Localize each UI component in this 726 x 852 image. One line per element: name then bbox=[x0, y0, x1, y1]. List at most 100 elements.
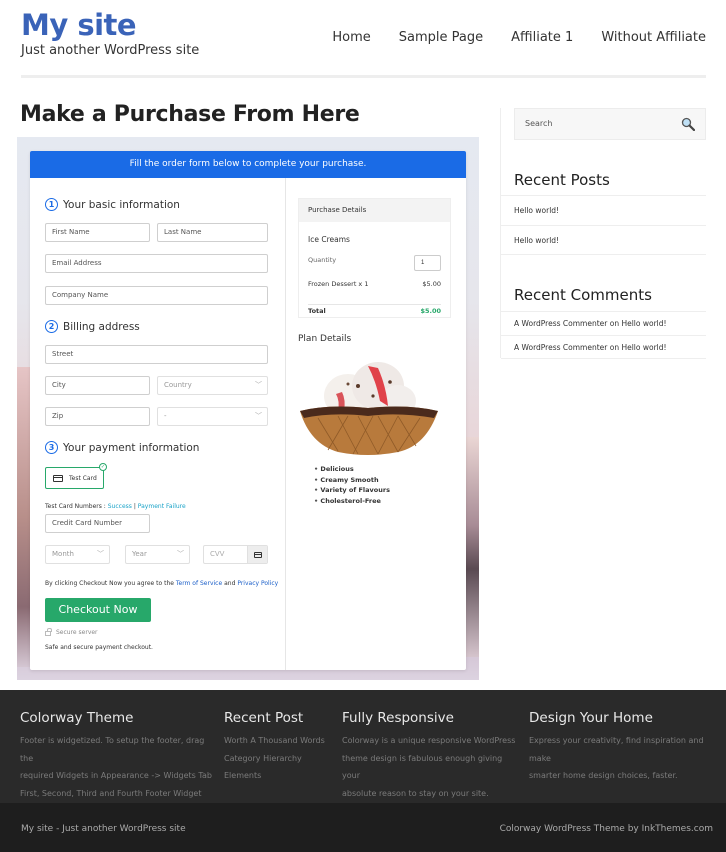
recent-post-link[interactable]: Hello world! bbox=[501, 225, 706, 255]
feature-item: Cholesterol-Free bbox=[314, 496, 390, 507]
feature-item: Variety of Flavours bbox=[314, 485, 390, 496]
test-card-label: Test Card bbox=[69, 474, 97, 482]
recent-comment-link[interactable]: A WordPress Commenter on Hello world! bbox=[501, 335, 706, 359]
footer-text-line: Express your creativity, find inspiratio… bbox=[529, 736, 704, 763]
cvv-card-button bbox=[247, 546, 267, 563]
section-title: Billing address bbox=[63, 320, 140, 333]
last-name-input[interactable]: Last Name bbox=[157, 223, 268, 242]
credit-card-icon bbox=[53, 474, 63, 482]
column-divider bbox=[285, 178, 286, 670]
year-select-value: Year bbox=[132, 550, 147, 558]
terms-agreement: By clicking Checkout Now you agree to th… bbox=[45, 580, 278, 587]
product-name-text: Ice Creams bbox=[308, 235, 350, 244]
search-placeholder: Search bbox=[525, 119, 553, 128]
country-select[interactable]: Country ﹀ bbox=[157, 376, 268, 395]
email-input[interactable]: Email Address bbox=[45, 254, 268, 273]
site-header: My site Just another WordPress site Home… bbox=[0, 0, 726, 90]
month-select-value: Month bbox=[52, 550, 74, 558]
total-divider bbox=[308, 304, 441, 305]
city-input[interactable]: City bbox=[45, 376, 150, 395]
recent-post-link[interactable]: Hello world! bbox=[501, 195, 706, 225]
street-input[interactable]: Street bbox=[45, 345, 268, 364]
footer-theme-credit[interactable]: Colorway WordPress Theme by InkThemes.co… bbox=[500, 824, 713, 834]
chevron-down-icon: ﹀ bbox=[255, 381, 262, 389]
privacy-policy-link[interactable]: Privacy Policy bbox=[237, 580, 278, 587]
line-item-price: $5.00 bbox=[422, 280, 441, 288]
footer-text-line: absolute reason to stay on your site. bbox=[342, 788, 489, 798]
step-number-3: 3 bbox=[45, 441, 58, 454]
step-number-2: 2 bbox=[45, 320, 58, 333]
state-select[interactable]: - ﹀ bbox=[157, 407, 268, 426]
footer: Colorway Theme Footer is widgetized. To … bbox=[0, 690, 726, 803]
footer-column-title: Design Your Home bbox=[529, 710, 653, 726]
section-title: Your payment information bbox=[63, 441, 200, 454]
lock-icon bbox=[45, 628, 52, 636]
nav-sample-page[interactable]: Sample Page bbox=[399, 30, 483, 45]
footer-column-title: Fully Responsive bbox=[342, 710, 454, 726]
secure-server: Secure server bbox=[45, 628, 98, 636]
line-item-label: Frozen Dessert x 1 bbox=[308, 280, 369, 288]
section-basic-info: 1 Your basic information bbox=[45, 198, 180, 211]
company-input[interactable]: Company Name bbox=[45, 286, 268, 305]
plan-details-title: Plan Details bbox=[298, 334, 352, 344]
header-divider bbox=[21, 75, 706, 78]
total-value: $5.00 bbox=[420, 307, 441, 315]
footer-post-link[interactable]: Category Hierarchy bbox=[224, 750, 334, 768]
site-title-link[interactable]: My site bbox=[21, 8, 137, 42]
page-title: Make a Purchase From Here bbox=[20, 102, 360, 127]
footer-column-colorway: Colorway Theme Footer is widgetized. To … bbox=[20, 710, 215, 802]
and-text: and bbox=[224, 580, 236, 587]
credit-card-icon bbox=[253, 551, 262, 558]
recent-comments-title: Recent Comments bbox=[514, 286, 652, 304]
terms-of-service-link[interactable]: Term of Service bbox=[176, 580, 222, 587]
nav-home[interactable]: Home bbox=[332, 30, 370, 45]
footer-column-design-home: Design Your Home Express your creativity… bbox=[529, 710, 724, 785]
country-select-value: Country bbox=[164, 381, 192, 389]
cvv-input[interactable]: CVV bbox=[203, 545, 268, 564]
section-title: Your basic information bbox=[63, 198, 180, 211]
first-name-input[interactable]: First Name bbox=[45, 223, 150, 242]
quantity-label: Quantity bbox=[308, 256, 337, 264]
footer-text-line: Colorway is a unique responsive WordPres… bbox=[342, 736, 516, 745]
search-icon[interactable] bbox=[681, 117, 695, 131]
total-label: Total bbox=[308, 307, 326, 315]
footer-text-line: First, Second, Third and Fourth Footer W… bbox=[20, 788, 202, 798]
agree-text: By clicking Checkout Now you agree to th… bbox=[45, 580, 174, 587]
credit-card-input[interactable]: Credit Card Number bbox=[45, 514, 150, 533]
nav-without-affiliate[interactable]: Without Affiliate bbox=[601, 30, 706, 45]
purchase-details-header: Purchase Details bbox=[299, 199, 450, 222]
quantity-input[interactable]: 1 bbox=[414, 255, 441, 271]
safe-checkout-text: Safe and secure payment checkout. bbox=[45, 644, 153, 651]
month-select[interactable]: Month ﹀ bbox=[45, 545, 110, 564]
footer-column-title: Colorway Theme bbox=[20, 710, 134, 726]
separator: | bbox=[133, 503, 136, 510]
site-tagline: Just another WordPress site bbox=[21, 43, 200, 58]
footer-text-line: required Widgets in Appearance -> Widget… bbox=[20, 771, 212, 780]
footer-post-link[interactable]: Worth A Thousand Words bbox=[224, 732, 334, 750]
search-input[interactable]: Search bbox=[514, 108, 706, 140]
plan-features-list: Delicious Creamy Smooth Variety of Flavo… bbox=[314, 464, 390, 506]
test-card-option[interactable]: Test Card ✓ bbox=[45, 463, 107, 489]
recent-comment-link[interactable]: A WordPress Commenter on Hello world! bbox=[501, 311, 706, 335]
feature-item: Delicious bbox=[314, 464, 390, 475]
purchase-details: Purchase Details Ice Creams Quantity 1 F… bbox=[298, 198, 451, 318]
zip-input[interactable]: Zip bbox=[45, 407, 150, 426]
chevron-down-icon: ﹀ bbox=[97, 550, 104, 558]
footer-column-title: Recent Post bbox=[224, 710, 304, 726]
cvv-placeholder: CVV bbox=[210, 550, 225, 558]
step-number-1: 1 bbox=[45, 198, 58, 211]
footer-column-responsive: Fully Responsive Colorway is a unique re… bbox=[342, 710, 522, 802]
payment-failure-link[interactable]: Payment Failure bbox=[138, 503, 186, 510]
checkout-now-button[interactable]: Checkout Now bbox=[45, 598, 151, 622]
footer-site-info[interactable]: My site - Just another WordPress site bbox=[21, 824, 186, 834]
test-card-numbers-label: Test Card Numbers : bbox=[45, 503, 106, 510]
footer-post-link[interactable]: Elements bbox=[224, 767, 334, 785]
form-banner: Fill the order form below to complete yo… bbox=[30, 151, 466, 178]
success-link[interactable]: Success bbox=[108, 503, 132, 510]
nav-affiliate-1[interactable]: Affiliate 1 bbox=[511, 30, 573, 45]
state-select-value: - bbox=[164, 412, 167, 420]
year-select[interactable]: Year ﹀ bbox=[125, 545, 190, 564]
chevron-down-icon: ﹀ bbox=[177, 550, 184, 558]
product-name: Ice Creams bbox=[308, 235, 441, 244]
check-circle-icon: ✓ bbox=[99, 463, 107, 471]
